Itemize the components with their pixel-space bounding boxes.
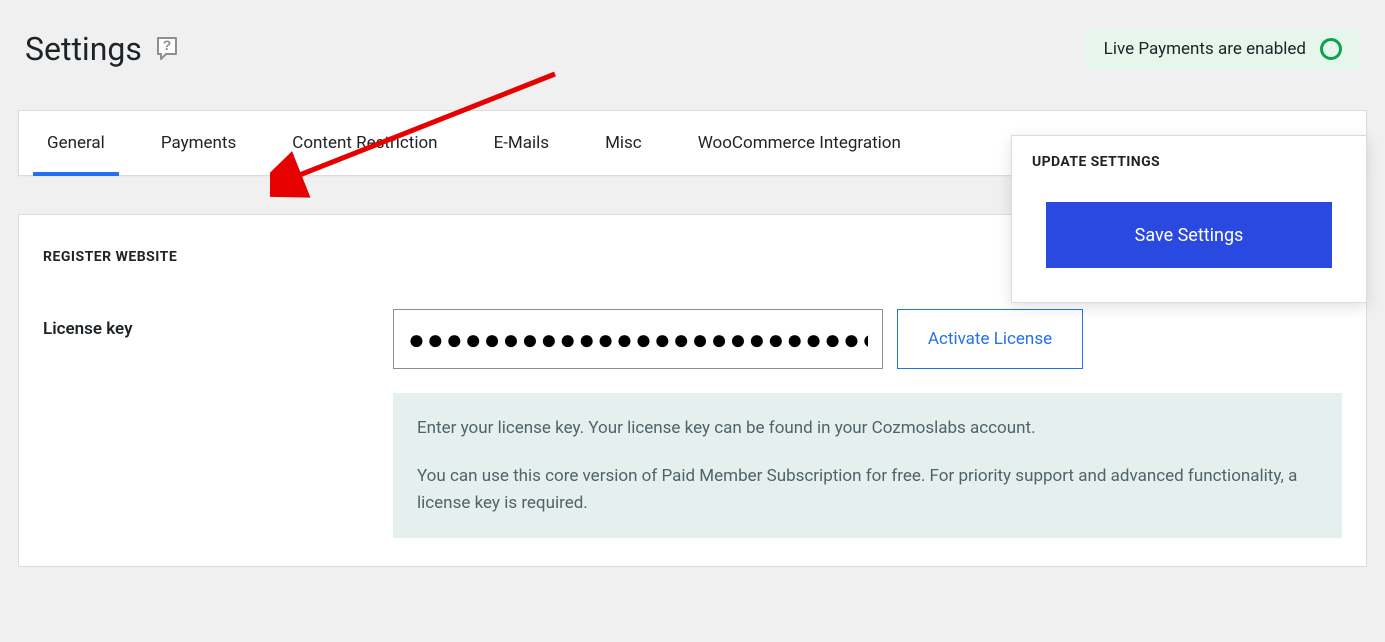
license-help-line1: Enter your license key. Your license key…	[417, 415, 1318, 441]
activate-license-button[interactable]: Activate License	[897, 309, 1083, 369]
update-settings-panel: UPDATE SETTINGS Save Settings	[1011, 135, 1367, 303]
status-badge: Live Payments are enabled	[1086, 28, 1360, 70]
page-title-wrap: Settings ?	[25, 30, 182, 68]
tab-woocommerce[interactable]: WooCommerce Integration	[670, 111, 929, 175]
status-indicator-icon	[1320, 38, 1342, 60]
license-help-line2: You can use this core version of Paid Me…	[417, 463, 1318, 516]
license-key-label: License key	[43, 309, 393, 339]
license-key-input[interactable]	[393, 309, 883, 369]
tab-content-restriction[interactable]: Content Restriction	[264, 111, 465, 175]
save-settings-button[interactable]: Save Settings	[1046, 202, 1332, 268]
svg-text:?: ?	[163, 37, 172, 53]
license-help-box: Enter your license key. Your license key…	[393, 393, 1342, 538]
tab-payments[interactable]: Payments	[133, 111, 264, 175]
tab-emails[interactable]: E-Mails	[466, 111, 578, 175]
status-label: Live Payments are enabled	[1104, 39, 1306, 59]
tab-misc[interactable]: Misc	[577, 111, 670, 175]
page-title: Settings	[25, 30, 142, 68]
help-icon[interactable]: ?	[154, 35, 182, 63]
update-settings-heading: UPDATE SETTINGS	[1012, 136, 1366, 178]
tab-general[interactable]: General	[19, 111, 133, 175]
